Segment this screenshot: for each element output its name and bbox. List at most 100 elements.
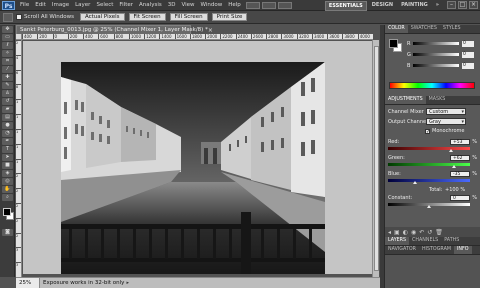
menu-select[interactable]: Select [93, 2, 116, 8]
tab-info[interactable]: INFO [454, 246, 472, 254]
color-spectrum[interactable] [389, 82, 475, 89]
workspace-essentials[interactable]: ESSENTIALS [324, 1, 367, 11]
delete-adjustment-icon[interactable]: 🗑 [435, 229, 443, 236]
zoom-tool-icon[interactable]: ⌕ [2, 194, 13, 201]
document-tab[interactable]: Sankt Peterburg_0013.jpg @ 25% (Channel … [16, 25, 213, 34]
tab-navigator[interactable]: NAVIGATOR [385, 246, 419, 254]
gradient-tool-icon[interactable]: ▤ [2, 114, 13, 121]
channel-blue-thumb[interactable] [412, 181, 417, 184]
quick-select-tool-icon[interactable]: ✧ [2, 50, 13, 57]
back-arrow-icon[interactable]: ◂ [388, 229, 391, 236]
tab-layers[interactable]: LAYERS [385, 237, 410, 245]
workspace-more[interactable]: » [433, 1, 442, 11]
path-select-tool-icon[interactable]: ➤ [2, 154, 13, 161]
close-document-icon[interactable]: × [208, 27, 216, 34]
color-slider-r[interactable] [413, 42, 459, 45]
brush-tool-icon[interactable]: ✎ [2, 82, 13, 89]
channel-green-slider[interactable] [388, 163, 470, 166]
lasso-tool-icon[interactable]: ℓ [2, 42, 13, 49]
canal-photo[interactable] [61, 62, 325, 274]
status-menu-arrow-icon[interactable]: ▸ [126, 280, 129, 286]
menu-edit[interactable]: Edit [32, 2, 49, 8]
menu-filter[interactable]: Filter [116, 2, 136, 8]
vertical-ruler[interactable]: 2 4 6 8 1 1 1 1 1 2 2 2 2 2 3 3 [16, 40, 22, 277]
tab-adjustments[interactable]: ADJUSTMENTS [385, 96, 426, 104]
3d-rotate-tool-icon[interactable]: ◈ [2, 170, 13, 177]
move-tool-icon[interactable]: ✥ [2, 26, 13, 33]
eraser-tool-icon[interactable]: ▰ [2, 106, 13, 113]
shape-tool-icon[interactable]: ■ [2, 162, 13, 169]
color-slider-b[interactable] [413, 64, 459, 67]
clone-stamp-tool-icon[interactable]: ♙ [2, 90, 13, 97]
menu-file[interactable]: File [17, 2, 32, 8]
fit-screen-button[interactable]: Fit Screen [128, 13, 166, 21]
print-size-button[interactable]: Print Size [211, 13, 248, 21]
pen-tool-icon[interactable]: ✒ [2, 138, 13, 145]
dodge-tool-icon[interactable]: ◔ [2, 130, 13, 137]
panel-foreground-swatch[interactable] [389, 39, 398, 48]
reset-icon[interactable]: ↺ [427, 229, 432, 236]
horizontal-ruler[interactable]: 400 200 0 200 400 600 800 1000 1200 1400 1600 1800 2… [22, 34, 373, 40]
tab-paths[interactable]: PATHS [441, 237, 462, 245]
tab-histogram[interactable]: HISTOGRAM [419, 246, 454, 254]
3d-orbit-tool-icon[interactable]: ◎ [2, 178, 13, 185]
canvas-area[interactable] [23, 41, 372, 274]
quick-mask-icon[interactable]: ◙ [2, 229, 13, 236]
channel-green-value[interactable]: +62 [450, 155, 470, 161]
vertical-scrollbar[interactable] [372, 40, 379, 277]
zoom-field[interactable]: 25% [16, 277, 40, 288]
monochrome-checkbox[interactable]: ✓ [425, 128, 430, 134]
tab-color[interactable]: COLOR [385, 25, 408, 33]
workspace-painting[interactable]: PAINTING [398, 1, 431, 11]
marquee-tool-icon[interactable]: ▭ [2, 34, 13, 41]
healing-tool-icon[interactable]: ✚ [2, 74, 13, 81]
color-value-b[interactable]: 0 [462, 62, 474, 69]
tab-masks[interactable]: MASKS [426, 96, 449, 104]
menu-help[interactable]: Help [225, 2, 244, 8]
menu-view[interactable]: View [178, 2, 197, 8]
type-tool-icon[interactable]: T [2, 146, 13, 153]
hand-tool-icon[interactable] [3, 12, 13, 22]
channel-blue-slider[interactable] [388, 179, 470, 182]
scroll-all-checkbox[interactable] [16, 14, 22, 20]
tab-styles[interactable]: STYLES [440, 25, 464, 33]
channel-green-thumb[interactable] [452, 165, 457, 168]
menu-analysis[interactable]: Analysis [136, 2, 165, 8]
view-previous-icon[interactable]: ↶ [419, 229, 424, 236]
preset-select[interactable]: Custom [426, 108, 466, 115]
maximize-button[interactable]: □ [458, 1, 467, 9]
menu-window[interactable]: Window [198, 2, 226, 8]
color-value-g[interactable]: 0 [462, 51, 474, 58]
expand-view-icon[interactable]: ▣ [394, 229, 400, 236]
fill-screen-button[interactable]: Fill Screen [169, 13, 208, 21]
actual-pixels-button[interactable]: Actual Pixels [79, 13, 125, 21]
history-brush-tool-icon[interactable]: ↺ [2, 98, 13, 105]
bridge-button[interactable] [245, 1, 260, 9]
zoom-level-dropdown[interactable] [277, 1, 292, 9]
scroll-thumb[interactable] [374, 46, 379, 271]
channel-red-value[interactable]: +53 [450, 139, 470, 145]
blur-tool-icon[interactable]: ● [2, 122, 13, 129]
visibility-eye-icon[interactable]: ◉ [411, 229, 416, 236]
tab-channels[interactable]: CHANNELS [409, 237, 441, 245]
minimize-button[interactable]: – [447, 1, 456, 9]
menu-3d[interactable]: 3D [165, 2, 179, 8]
menu-layer[interactable]: Layer [72, 2, 93, 8]
channel-red-thumb[interactable] [448, 149, 453, 152]
color-slider-g[interactable] [413, 53, 459, 56]
color-value-r[interactable]: 0 [462, 40, 474, 47]
hand-tool-icon-box[interactable]: ✋ [2, 186, 13, 193]
mini-bridge-button[interactable] [261, 1, 276, 9]
constant-value[interactable]: 0 [450, 195, 470, 201]
constant-thumb[interactable] [427, 205, 431, 208]
channel-blue-value[interactable]: -35 [450, 171, 470, 177]
clip-layer-icon[interactable]: ◐ [403, 229, 408, 236]
tab-swatches[interactable]: SWATCHES [408, 25, 440, 33]
eyedropper-tool-icon[interactable]: ⁄ [2, 66, 13, 73]
channel-red-slider[interactable] [388, 147, 470, 150]
workspace-design[interactable]: DESIGN [369, 1, 396, 11]
output-channel-select[interactable]: Gray [426, 118, 466, 125]
crop-tool-icon[interactable]: ⌗ [2, 58, 13, 65]
menu-image[interactable]: Image [49, 2, 72, 8]
foreground-color-swatch[interactable] [3, 208, 11, 216]
